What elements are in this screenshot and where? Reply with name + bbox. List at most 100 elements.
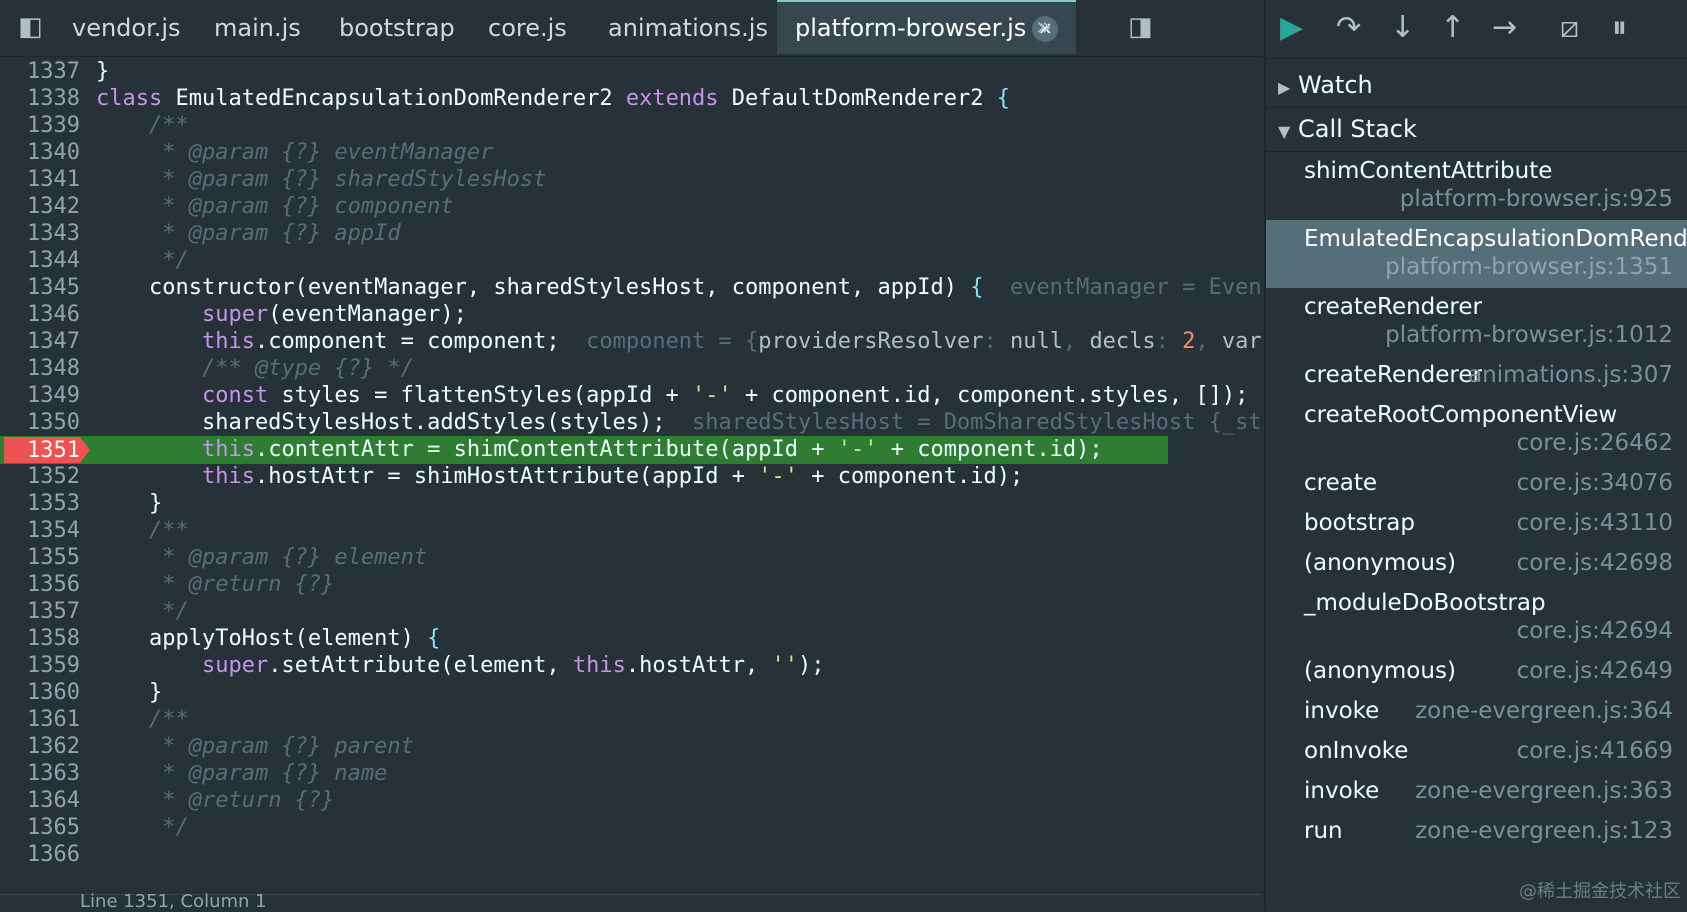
line-number[interactable]: 1344 (0, 247, 80, 275)
cursor-position: Line 1351, Column 1 (80, 891, 267, 912)
breakpoint-marker[interactable]: 1351 (4, 437, 90, 463)
line-number[interactable]: 1337 (0, 58, 80, 86)
call-stack-frame[interactable]: shimContentAttribute platform-browser.js:… (1266, 152, 1687, 220)
code-line[interactable]: 1344 */ (0, 247, 1262, 275)
tab-main[interactable]: main.js (214, 0, 301, 56)
line-number[interactable]: 1365 (0, 814, 80, 842)
line-number[interactable]: 1349 (0, 382, 80, 410)
code-line[interactable]: 1345 constructor(eventManager, sharedSty… (0, 274, 1262, 302)
line-number[interactable]: 1352 (0, 463, 80, 491)
line-number[interactable]: 1343 (0, 220, 80, 248)
call-stack-frame[interactable]: EmulatedEncapsulationDomRende… platform-b… (1266, 220, 1687, 288)
code-line[interactable]: 1351 this.contentAttr = shimContentAttri… (0, 436, 1168, 464)
code-line[interactable]: 1343 * @param {?} appId (0, 220, 1262, 248)
line-number[interactable]: 1354 (0, 517, 80, 545)
code-line[interactable]: 1364 * @return {?} (0, 787, 1262, 815)
step-out-icon[interactable]: ↑ (1440, 10, 1465, 45)
code-line[interactable]: 1348 /** @type {?} */ (0, 355, 1262, 383)
call-stack-frame[interactable]: (anonymous) core.js:42649 (1266, 652, 1687, 692)
sidebar-toggle-icon[interactable]: ◧ (18, 12, 43, 42)
step-into-icon[interactable]: ↓ (1390, 10, 1415, 45)
tab-vendor[interactable]: vendor.js (72, 0, 181, 56)
callstack-section[interactable]: ▼ Call Stack (1266, 107, 1687, 152)
code-line[interactable]: 1361 /** (0, 706, 1262, 734)
code-line[interactable]: 1359 super.setAttribute(element, this.ho… (0, 652, 1262, 680)
line-number[interactable]: 1340 (0, 139, 80, 167)
call-stack-frame[interactable]: createRenderer platform-browser.js:1012 (1266, 288, 1687, 356)
line-number[interactable]: 1359 (0, 652, 80, 680)
line-number[interactable]: 1350 (0, 409, 80, 437)
line-number[interactable]: 1357 (0, 598, 80, 626)
code-line[interactable]: 1358 applyToHost(element) { (0, 625, 1262, 653)
call-stack-frame[interactable]: invoke zone-evergreen.js:364 (1266, 692, 1687, 732)
line-number[interactable]: 1353 (0, 490, 80, 518)
code-line[interactable]: 1339 /** (0, 112, 1262, 140)
step-icon[interactable]: → (1492, 10, 1517, 45)
tab-animations[interactable]: animations.js (608, 0, 768, 56)
line-number[interactable]: 1348 (0, 355, 80, 383)
line-number[interactable]: 1345 (0, 274, 80, 302)
code-line[interactable]: 1349 const styles = flattenStyles(appId … (0, 382, 1262, 410)
line-number[interactable]: 1366 (0, 841, 80, 869)
watch-section[interactable]: ▶ Watch (1266, 63, 1687, 108)
code-line[interactable]: 1365 */ (0, 814, 1262, 842)
code-line[interactable]: 1346 super(eventManager); (0, 301, 1262, 329)
code-line[interactable]: 1366 (0, 841, 1262, 869)
call-stack-frame[interactable]: invoke zone-evergreen.js:363 (1266, 772, 1687, 812)
debugger-pane: ▶ ↷ ↓ ↑ → ⧄ ⏸ ▶ Watch ▼ Call Stack shimCon… (1264, 0, 1687, 911)
line-number[interactable]: 1364 (0, 787, 80, 815)
more-tabs-icon[interactable]: » (1036, 12, 1052, 42)
code-line[interactable]: 1352 this.hostAttr = shimHostAttribute(a… (0, 463, 1262, 491)
tab-platform-browser[interactable]: platform-browser.js × (777, 0, 1077, 54)
call-stack-frame[interactable]: onInvoke core.js:41669 (1266, 732, 1687, 772)
code-line[interactable]: 1341 * @param {?} sharedStylesHost (0, 166, 1262, 194)
code-line[interactable]: 1340 * @param {?} eventManager (0, 139, 1262, 167)
call-stack-frame[interactable]: run zone-evergreen.js:123 (1266, 812, 1687, 852)
call-stack-frame[interactable]: createRenderer animations.js:307 (1266, 356, 1687, 396)
line-number[interactable]: 1346 (0, 301, 80, 329)
code-line[interactable]: 1356 * @return {?} (0, 571, 1262, 599)
resume-icon[interactable]: ▶ (1280, 10, 1303, 45)
call-stack-frame[interactable]: _moduleDoBootstrap core.js:42694 (1266, 584, 1687, 652)
code-text: * @return {?} (162, 788, 335, 813)
code-line[interactable]: 1338 class EmulatedEncapsulationDomRender… (0, 85, 1262, 113)
line-number[interactable]: 1361 (0, 706, 80, 734)
line-number[interactable]: 1341 (0, 166, 80, 194)
code-line[interactable]: 1363 * @param {?} name (0, 760, 1262, 788)
call-stack-frame[interactable]: (anonymous) core.js:42698 (1266, 544, 1687, 584)
pause-exceptions-icon[interactable]: ⏸ (1612, 10, 1627, 45)
line-number[interactable]: 1363 (0, 760, 80, 788)
code-line[interactable]: 1357 */ (0, 598, 1262, 626)
code-line[interactable]: 1355 * @param {?} element (0, 544, 1262, 572)
step-over-icon[interactable]: ↷ (1336, 10, 1361, 45)
frame-function-name: (anonymous) (1304, 550, 1456, 576)
code-area[interactable]: 1337} 1338 class EmulatedEncapsulationDomR… (0, 56, 1262, 894)
deactivate-breakpoints-icon[interactable]: ⧄ (1560, 10, 1579, 45)
frame-function-name: EmulatedEncapsulationDomRende… (1304, 226, 1687, 252)
tab-core[interactable]: core.js (488, 0, 567, 56)
code-line[interactable]: 1362 * @param {?} parent (0, 733, 1262, 761)
line-number[interactable]: 1358 (0, 625, 80, 653)
code-line[interactable]: 1360 } (0, 679, 1262, 707)
code-line[interactable]: 1347 this.component = component; compone… (0, 328, 1262, 356)
code-line[interactable]: 1342 * @param {?} component (0, 193, 1262, 221)
line-number[interactable]: 1355 (0, 544, 80, 572)
toggle-debugger-icon[interactable]: ◨ (1128, 12, 1153, 42)
line-number[interactable]: 1347 (0, 328, 80, 356)
call-stack-frame[interactable]: bootstrap core.js:43110 (1266, 504, 1687, 544)
line-number[interactable]: 1356 (0, 571, 80, 599)
line-number[interactable]: 1339 (0, 112, 80, 140)
call-stack-frame[interactable]: create core.js:34076 (1266, 464, 1687, 504)
line-number[interactable]: 1342 (0, 193, 80, 221)
code-line[interactable]: 1353 } (0, 490, 1262, 518)
line-number[interactable]: 1360 (0, 679, 80, 707)
code-line[interactable]: 1350 sharedStylesHost.addStyles(styles);… (0, 409, 1262, 437)
line-number[interactable]: 1362 (0, 733, 80, 761)
tab-bootstrap[interactable]: bootstrap (339, 0, 455, 56)
frame-location: core.js:41669 (1516, 738, 1673, 764)
code-line[interactable]: 1337} (0, 58, 1262, 86)
caret-down-icon: ▼ (1278, 122, 1291, 141)
code-line[interactable]: 1354 /** (0, 517, 1262, 545)
line-number[interactable]: 1338 (0, 85, 80, 113)
call-stack-frame[interactable]: createRootComponentView core.js:26462 (1266, 396, 1687, 464)
